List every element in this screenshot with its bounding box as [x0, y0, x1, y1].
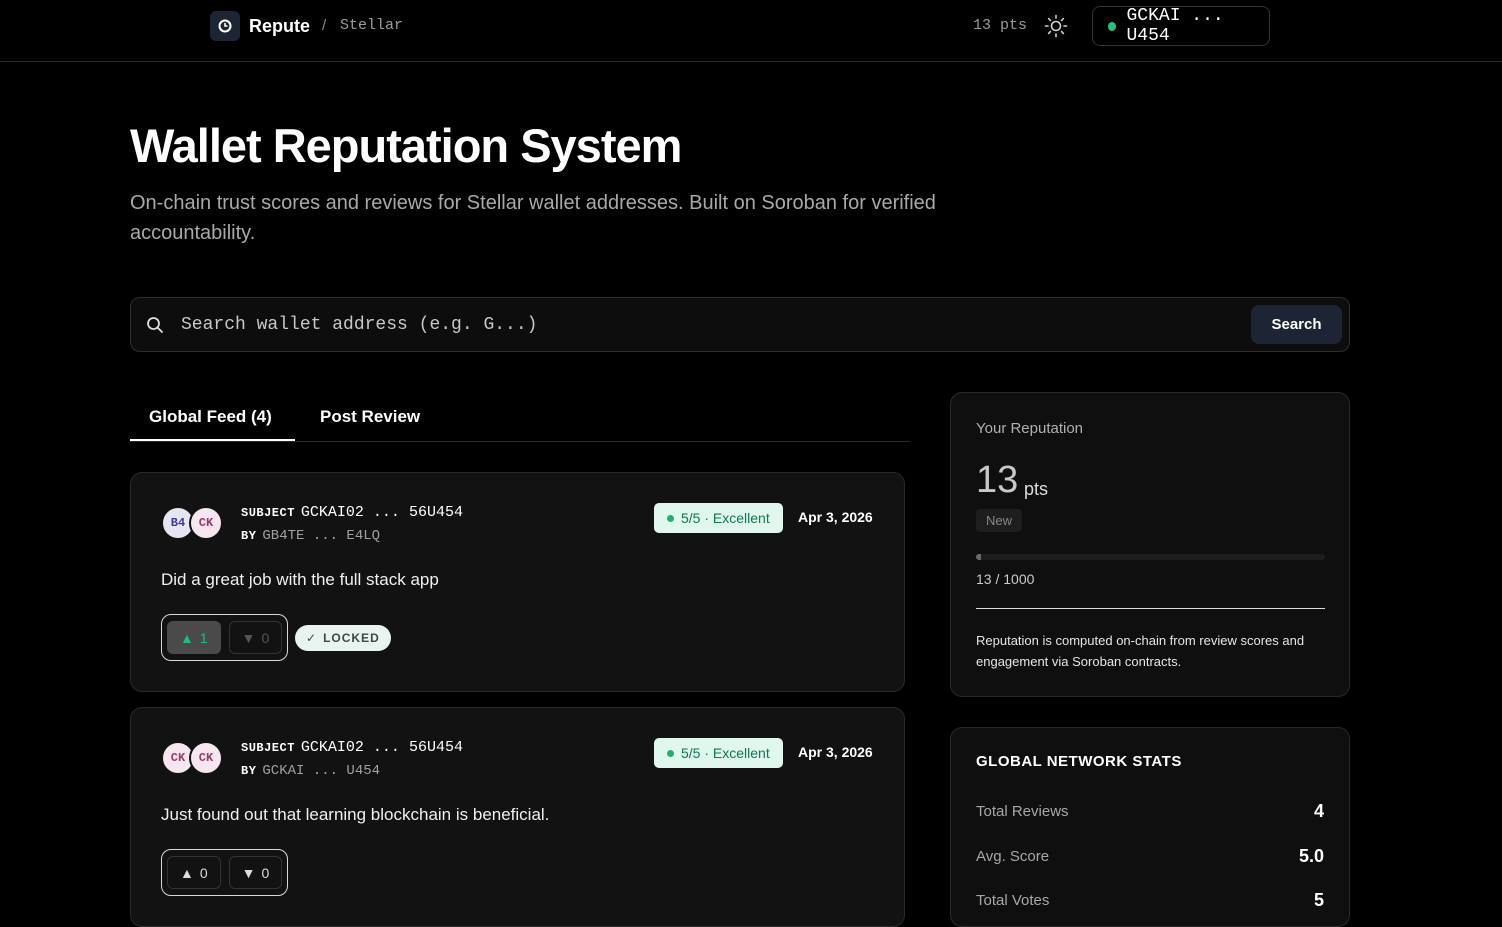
subject-address: GCKAI02 ... 56U454: [300, 504, 463, 521]
tab-post-review[interactable]: Post Review: [320, 407, 420, 427]
logo-icon[interactable]: [210, 11, 240, 41]
reputation-progress-bar: [976, 554, 1325, 560]
reputation-score: 13: [976, 459, 1019, 501]
brand-name[interactable]: Repute: [249, 16, 310, 37]
search-input[interactable]: [181, 312, 1241, 338]
header-points: 13 pts: [973, 17, 1028, 34]
check-icon: ✓: [306, 631, 318, 645]
author-address: GB4TE ... E4LQ: [262, 528, 381, 544]
reputation-level-badge: New: [976, 509, 1023, 532]
downvote-count: 0: [261, 629, 270, 646]
review-date: Apr 3, 2026: [798, 509, 873, 525]
review-author[interactable]: BY GCKAI ... U454: [241, 763, 380, 779]
triangle-up-icon: ▲: [180, 864, 194, 881]
upvote-button[interactable]: ▲ 0: [167, 856, 221, 889]
review-card: CK CK SUBJECT GCKAI02 ... 56U454 BY GCKAI …: [130, 707, 905, 927]
stat-value: 4: [1313, 801, 1324, 821]
triangle-down-icon: ▼: [241, 864, 256, 881]
search-button[interactable]: Search: [1251, 305, 1342, 344]
vote-group: ▲ 0 ▼ 0: [161, 849, 289, 896]
review-subject[interactable]: SUBJECT GCKAI02 ... 56U454: [241, 739, 463, 756]
tab-global-feed[interactable]: Global Feed (4): [149, 407, 272, 427]
subject-address: GCKAI02 ... 56U454: [300, 739, 463, 756]
score-badge: 5/5 · Excellent: [654, 503, 783, 533]
wallet-address: GCKAI ... U454: [1126, 6, 1224, 46]
upvote-count: 1: [199, 629, 208, 646]
subject-label: SUBJECT: [241, 506, 295, 520]
stat-label: Avg. Score: [976, 848, 1050, 865]
stats-title: GLOBAL NETWORK STATS: [976, 753, 1182, 770]
theme-toggle-sun-icon[interactable]: [1044, 14, 1068, 38]
score-text: 5/5 · Excellent: [681, 510, 770, 526]
search-bar: Search: [130, 297, 1350, 352]
reputation-progress-text: 13 / 1000: [976, 571, 1035, 587]
downvote-button[interactable]: ▼ 0: [228, 856, 283, 889]
triangle-up-icon: ▲: [180, 629, 194, 646]
wallet-connected-dot-icon: [1108, 21, 1117, 31]
score-dot-icon: [667, 749, 674, 757]
network-stats-panel: GLOBAL NETWORK STATS Total Reviews 4 Avg…: [950, 727, 1350, 927]
stat-value: 5: [1313, 890, 1324, 910]
avatar: CK: [189, 741, 223, 775]
active-tab-indicator: [130, 439, 295, 441]
reputation-panel: Your Reputation 13 pts New 13 / 1000 Rep…: [950, 392, 1350, 697]
feed-tabs: Global Feed (4) Post Review: [130, 396, 910, 442]
score-text: 5/5 · Excellent: [681, 745, 770, 761]
stat-value: 5.0: [1298, 846, 1324, 866]
locked-badge: ✓ LOCKED: [295, 625, 391, 651]
locked-label: LOCKED: [323, 631, 380, 645]
by-label: BY: [241, 764, 257, 778]
page-title: Wallet Reputation System: [130, 119, 682, 172]
reputation-progress-fill: [976, 554, 981, 560]
review-card: B4 CK SUBJECT GCKAI02 ... 56U454 BY GB4TE …: [130, 472, 905, 692]
stat-label: Total Reviews: [976, 803, 1069, 820]
stat-row: Total Votes 5: [976, 890, 1324, 911]
score-badge: 5/5 · Excellent: [654, 738, 783, 768]
reputation-note: Reputation is computed on-chain from rev…: [976, 633, 1305, 669]
vote-group: ▲ 1 ▼ 0: [161, 614, 289, 661]
downvote-button[interactable]: ▼ 0: [228, 621, 283, 654]
reputation-title: Your Reputation: [976, 420, 1084, 437]
wallet-button[interactable]: GCKAI ... U454: [1092, 6, 1270, 46]
stat-row: Total Reviews 4: [976, 801, 1324, 822]
by-label: BY: [241, 529, 257, 543]
top-navbar: Repute / Stellar 13 pts GCKAI ... U454: [0, 0, 1502, 62]
upvote-count: 0: [199, 864, 208, 881]
reputation-unit: pts: [1024, 479, 1049, 499]
search-icon: [145, 315, 165, 335]
page-subtitle: On-chain trust scores and reviews for St…: [130, 192, 936, 244]
review-author[interactable]: BY GB4TE ... E4LQ: [241, 528, 380, 544]
author-address: GCKAI ... U454: [262, 763, 381, 779]
avatar: CK: [189, 506, 223, 540]
breadcrumb-separator: /: [322, 17, 327, 34]
score-dot-icon: [667, 514, 674, 522]
review-subject[interactable]: SUBJECT GCKAI02 ... 56U454: [241, 504, 463, 521]
stat-row: Avg. Score 5.0: [976, 846, 1324, 867]
divider: [976, 608, 1325, 609]
review-text: Just found out that learning blockchain …: [161, 805, 550, 824]
review-text: Did a great job with the full stack app: [161, 570, 439, 589]
downvote-count: 0: [261, 864, 270, 881]
triangle-down-icon: ▼: [241, 629, 256, 646]
upvote-button[interactable]: ▲ 1: [167, 621, 221, 654]
breadcrumb-network: Stellar: [340, 17, 404, 34]
subject-label: SUBJECT: [241, 741, 295, 755]
stat-label: Total Votes: [976, 892, 1050, 909]
review-date: Apr 3, 2026: [798, 744, 873, 760]
